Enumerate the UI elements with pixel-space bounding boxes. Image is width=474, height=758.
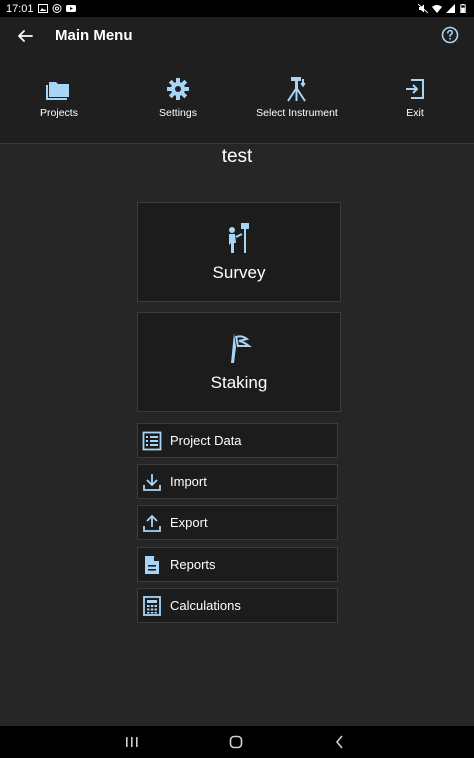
upload-icon bbox=[143, 514, 161, 532]
stake-flag-icon bbox=[231, 333, 252, 363]
folder-icon bbox=[46, 82, 69, 100]
toolbar-projects-label: Projects bbox=[40, 107, 78, 119]
exit-icon bbox=[406, 79, 424, 99]
project-data-button[interactable]: Project Data bbox=[137, 423, 338, 458]
toolbar-select-instrument-label: Select Instrument bbox=[256, 107, 338, 119]
staking-tile-button[interactable]: Staking bbox=[137, 312, 341, 412]
status-right bbox=[418, 4, 466, 13]
project-name: test bbox=[221, 146, 253, 167]
app-title-row: Main Menu bbox=[0, 17, 474, 55]
at-notification-icon bbox=[52, 4, 62, 13]
surveyor-icon bbox=[229, 223, 249, 253]
toolbar-settings-button[interactable]: Settings bbox=[123, 75, 233, 135]
image-notification-icon bbox=[37, 4, 48, 13]
status-bar: 17:01 bbox=[0, 0, 474, 17]
help-circle-icon[interactable] bbox=[440, 25, 460, 45]
calculations-label: Calculations bbox=[170, 598, 241, 613]
system-nav-bar bbox=[0, 726, 474, 758]
recent-apps-icon[interactable] bbox=[124, 734, 140, 750]
import-label: Import bbox=[170, 474, 207, 489]
app-bar: Main Menu Projects Settings Select Instr… bbox=[0, 17, 474, 144]
toolbar-exit-button[interactable]: Exit bbox=[360, 75, 470, 135]
toolbar-projects-button[interactable]: Projects bbox=[4, 75, 114, 135]
project-data-label: Project Data bbox=[170, 433, 242, 448]
calculations-button[interactable]: Calculations bbox=[137, 588, 338, 623]
home-icon[interactable] bbox=[228, 734, 244, 750]
calculator-icon bbox=[143, 595, 161, 616]
reports-button[interactable]: Reports bbox=[137, 547, 338, 582]
reports-label: Reports bbox=[170, 557, 216, 572]
battery-icon bbox=[460, 4, 466, 13]
wifi-icon bbox=[432, 5, 442, 13]
back-nav-icon[interactable] bbox=[332, 734, 348, 750]
signal-icon bbox=[446, 4, 455, 13]
toolbar-settings-label: Settings bbox=[159, 107, 197, 119]
status-time: 17:01 bbox=[6, 2, 34, 15]
export-label: Export bbox=[170, 515, 208, 530]
staking-label: Staking bbox=[210, 373, 268, 392]
status-left: 17:01 bbox=[6, 3, 76, 15]
list-icon bbox=[142, 431, 162, 450]
survey-tile-button[interactable]: Survey bbox=[137, 202, 341, 302]
import-button[interactable]: Import bbox=[137, 464, 338, 499]
mute-icon bbox=[418, 4, 428, 13]
document-icon bbox=[145, 555, 159, 574]
survey-label: Survey bbox=[212, 263, 266, 282]
gear-icon bbox=[167, 78, 189, 100]
toolbar-exit-label: Exit bbox=[406, 107, 424, 119]
tripod-icon bbox=[287, 77, 306, 102]
page-title: Main Menu bbox=[55, 27, 133, 44]
arrow-left-icon[interactable] bbox=[14, 25, 36, 47]
toolbar-select-instrument-button[interactable]: Select Instrument bbox=[240, 75, 354, 135]
video-notification-icon bbox=[65, 5, 76, 12]
export-button[interactable]: Export bbox=[137, 505, 338, 540]
download-icon bbox=[143, 473, 161, 491]
